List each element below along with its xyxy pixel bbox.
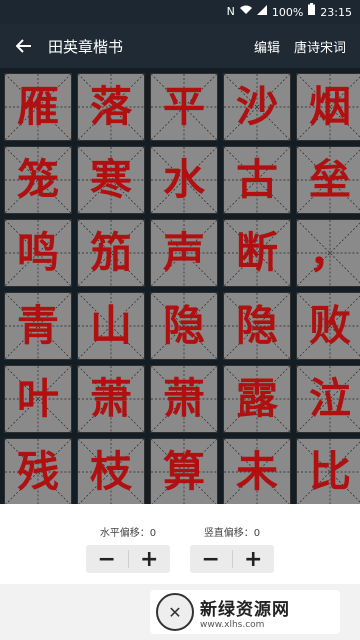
grid-cell[interactable]: 断 (223, 219, 291, 287)
grid-cell[interactable]: 笳 (77, 219, 145, 287)
watermark-name: 新绿资源网 (200, 599, 290, 620)
grid-cell[interactable]: 算 (150, 438, 218, 504)
grid-cell[interactable]: 古 (223, 146, 291, 214)
nfc-icon: N (226, 5, 235, 18)
calligraphy-character: 声 (162, 228, 205, 277)
calligraphy-character: 落 (89, 82, 132, 131)
grid-cell[interactable]: 比 (296, 438, 360, 504)
horizontal-plus-button[interactable]: + (129, 545, 171, 573)
calligraphy-character: 露 (235, 374, 278, 423)
watermark-url: www.xlhs.com (200, 619, 265, 630)
calligraphy-character: 萧 (89, 374, 132, 423)
grid-cell[interactable]: 残 (4, 438, 72, 504)
calligraphy-character: 寒 (89, 155, 132, 204)
calligraphy-character: 烟 (308, 82, 351, 131)
grid-cell[interactable]: ， (296, 219, 360, 287)
calligraphy-character: 萧 (162, 374, 205, 423)
calligraphy-character: 断 (235, 228, 278, 277)
watermark-text: 新绿资源网 www.xlhs.com (200, 595, 290, 630)
calligraphy-character: 枝 (89, 447, 132, 496)
horizontal-minus-button[interactable]: − (86, 545, 128, 573)
grid-cell[interactable]: 沙 (223, 73, 291, 141)
calligraphy-character: 水 (162, 155, 205, 204)
grid-cell[interactable]: 隐 (150, 292, 218, 360)
app-bar: 田英章楷书 编辑 唐诗宋词 (0, 24, 360, 68)
calligraphy-character: 古 (235, 155, 278, 204)
grid-cell[interactable]: 露 (223, 365, 291, 433)
battery-icon (308, 0, 316, 24)
vertical-offset-control: 竖直偏移：0 − + (187, 524, 277, 573)
calligraphy-character: 叶 (16, 374, 59, 423)
grid-cell[interactable]: 声 (150, 219, 218, 287)
battery-level: 100% (271, 5, 304, 19)
grid-cell[interactable]: 未 (223, 438, 291, 504)
calligraphy-character: 隐 (235, 301, 278, 350)
calligraphy-character: 沙 (235, 82, 278, 131)
watermark: ✕ 新绿资源网 www.xlhs.com (150, 590, 340, 634)
vertical-offset-label: 竖直偏移：0 (203, 528, 261, 539)
vertical-plus-button[interactable]: + (233, 545, 275, 573)
calligraphy-character: 雁 (16, 82, 59, 131)
grid-cell[interactable]: 鸣 (4, 219, 72, 287)
grid-cell[interactable]: 枝 (77, 438, 145, 504)
grid-cell[interactable]: 叶 (4, 365, 72, 433)
grid-cell[interactable]: 萧 (150, 365, 218, 433)
grid-cell[interactable]: 雁 (4, 73, 72, 141)
horizontal-offset-label: 水平偏移：0 (99, 528, 157, 539)
vertical-minus-button[interactable]: − (190, 545, 232, 573)
calligraphy-character: 泣 (308, 374, 351, 423)
grid-cell[interactable]: 水 (150, 146, 218, 214)
calligraphy-character: 垒 (308, 155, 351, 204)
clock: 23:15 (320, 5, 352, 19)
calligraphy-character: 笼 (16, 155, 59, 204)
calligraphy-grid: 雁落平沙烟笼寒水古垒鸣笳声断，青山隐隐败叶萧萧露泣残枝算未比 (0, 68, 360, 504)
page-title: 田英章楷书 (48, 37, 124, 56)
grid-cell[interactable]: 隐 (223, 292, 291, 360)
offset-panel: 水平偏移：0 − + 竖直偏移：0 − + (0, 504, 360, 584)
calligraphy-character: 青 (16, 301, 59, 350)
calligraphy-character: 残 (16, 447, 59, 496)
calligraphy-character: 笳 (89, 228, 132, 277)
grid-cell[interactable]: 平 (150, 73, 218, 141)
calligraphy-character: 败 (308, 301, 351, 350)
signal-icon (256, 0, 267, 24)
grid-cell[interactable]: 笼 (4, 146, 72, 214)
calligraphy-character: 未 (235, 447, 278, 496)
grid-cell[interactable]: 烟 (296, 73, 360, 141)
horizontal-offset-control: 水平偏移：0 − + (83, 524, 173, 573)
grid-cell[interactable]: 萧 (77, 365, 145, 433)
calligraphy-grid-area[interactable]: 雁落平沙烟笼寒水古垒鸣笳声断，青山隐隐败叶萧萧露泣残枝算未比 (0, 68, 360, 504)
back-button[interactable] (0, 24, 48, 68)
grid-cell[interactable]: 泣 (296, 365, 360, 433)
grid-cell[interactable]: 山 (77, 292, 145, 360)
calligraphy-character: 山 (89, 301, 132, 350)
grid-cell[interactable]: 寒 (77, 146, 145, 214)
calligraphy-character: 算 (162, 447, 205, 496)
grid-cell[interactable]: 落 (77, 73, 145, 141)
arrow-left-icon (16, 39, 31, 53)
watermark-logo-icon: ✕ (156, 593, 194, 631)
grid-cell[interactable]: 青 (4, 292, 72, 360)
grid-cell[interactable]: 垒 (296, 146, 360, 214)
horizontal-offset-stepper: − + (86, 545, 170, 573)
status-bar: N 100% 23:15 (0, 0, 360, 24)
calligraphy-character: 比 (308, 447, 351, 496)
poems-button[interactable]: 唐诗宋词 (294, 37, 346, 56)
calligraphy-character: 平 (162, 82, 205, 131)
calligraphy-character: 隐 (162, 301, 205, 350)
grid-cell[interactable]: 败 (296, 292, 360, 360)
edit-button[interactable]: 编辑 (254, 37, 280, 56)
calligraphy-character: ， (308, 228, 351, 277)
wifi-icon (239, 0, 252, 24)
calligraphy-character: 鸣 (16, 228, 59, 277)
vertical-offset-stepper: − + (190, 545, 274, 573)
